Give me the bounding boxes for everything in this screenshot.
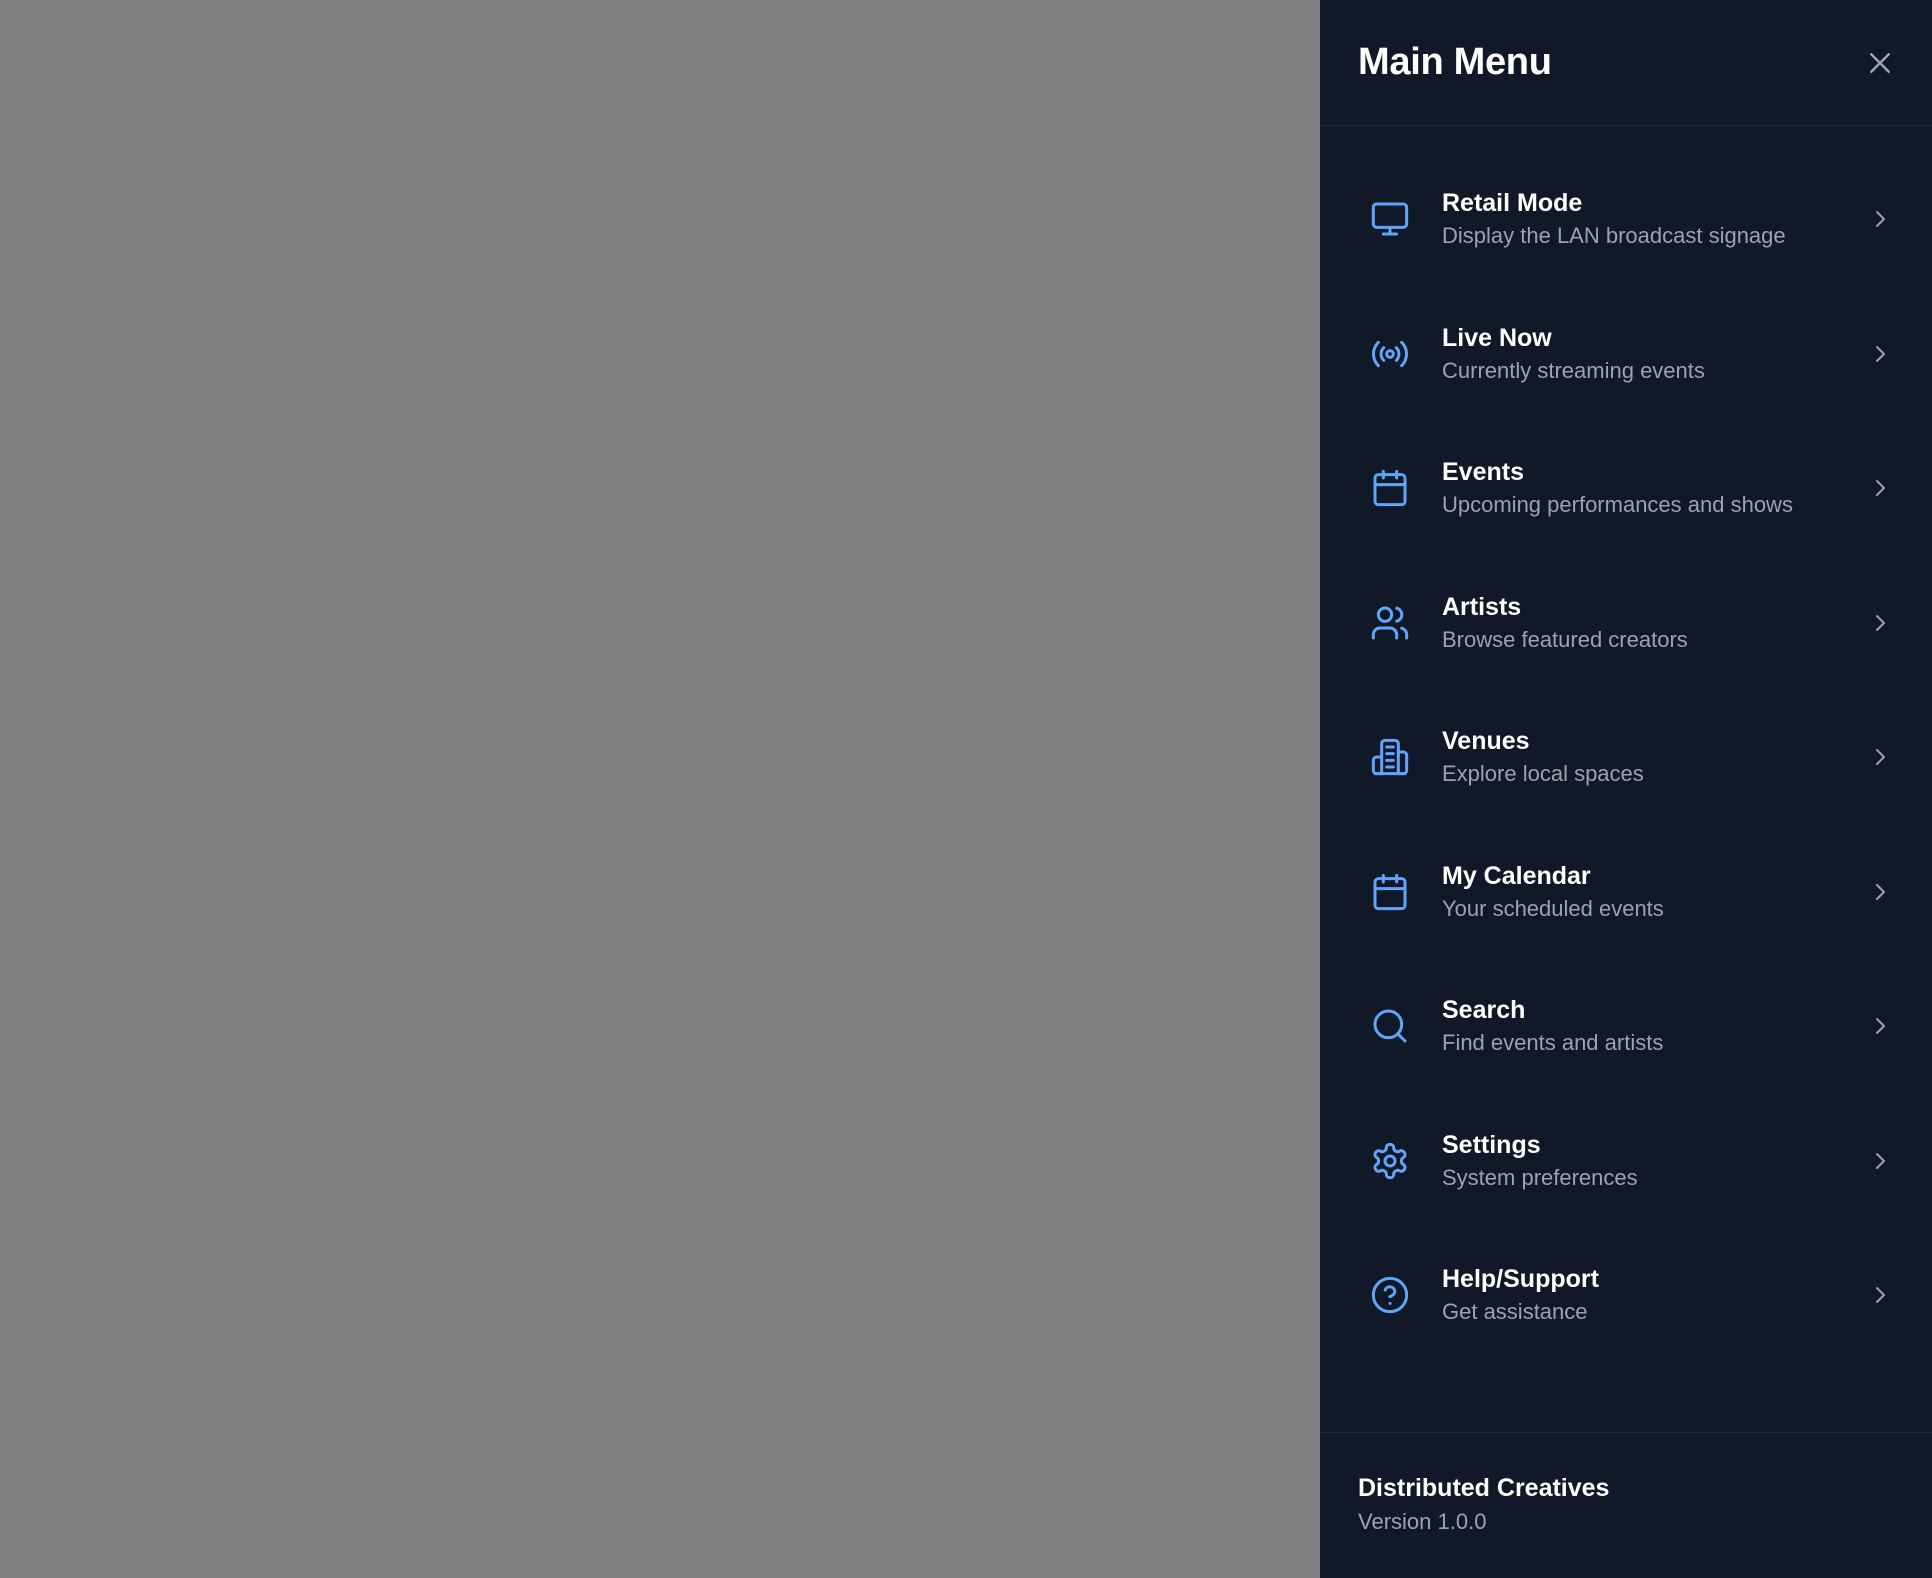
- app-stage: Main Menu Retail Mode Display the LAN br…: [0, 0, 1932, 1578]
- menu-item-events[interactable]: Events Upcoming performances and shows: [1320, 421, 1932, 556]
- close-button[interactable]: [1856, 39, 1904, 87]
- menu-item-label: Artists: [1442, 592, 1522, 621]
- menu-item-my-calendar[interactable]: My Calendar Your scheduled events: [1320, 825, 1932, 960]
- menu-item-description: Get assistance: [1442, 1299, 1588, 1325]
- calendar-icon: [1368, 466, 1412, 510]
- building-icon: [1368, 735, 1412, 779]
- broadcast-icon: [1368, 332, 1412, 376]
- close-icon: [1865, 48, 1895, 78]
- menu-item-search[interactable]: Search Find events and artists: [1320, 959, 1932, 1094]
- menu-item-description: Explore local spaces: [1442, 761, 1644, 787]
- chevron-right-icon: [1868, 342, 1892, 366]
- menu-item-label: Live Now: [1442, 323, 1552, 352]
- menu-item-label: Settings: [1442, 1130, 1541, 1159]
- menu-item-settings[interactable]: Settings System preferences: [1320, 1094, 1932, 1229]
- chevron-right-icon: [1868, 476, 1892, 500]
- menu-item-label: Search: [1442, 996, 1526, 1025]
- backdrop-overlay[interactable]: [0, 0, 1320, 1578]
- monitor-icon: [1368, 197, 1412, 241]
- menu-item-description: Upcoming performances and shows: [1442, 492, 1793, 518]
- gear-icon: [1368, 1139, 1412, 1183]
- users-icon: [1368, 601, 1412, 645]
- menu-item-artists[interactable]: Artists Browse featured creators: [1320, 556, 1932, 691]
- menu-item-label: Events: [1442, 458, 1524, 487]
- chevron-right-icon: [1868, 1283, 1892, 1307]
- calendar-icon: [1368, 870, 1412, 914]
- drawer-footer: Distributed Creatives Version 1.0.0: [1320, 1432, 1932, 1578]
- menu-item-label: Help/Support: [1442, 1265, 1599, 1294]
- menu-item-venues[interactable]: Venues Explore local spaces: [1320, 690, 1932, 825]
- menu-item-label: Venues: [1442, 727, 1530, 756]
- app-version: Version 1.0.0: [1358, 1509, 1487, 1534]
- drawer-header: Main Menu: [1320, 0, 1932, 126]
- menu-item-label: Retail Mode: [1442, 189, 1583, 218]
- menu-item-help-support[interactable]: Help/Support Get assistance: [1320, 1228, 1932, 1363]
- main-menu-drawer: Main Menu Retail Mode Display the LAN br…: [1320, 0, 1932, 1578]
- menu-item-description: Display the LAN broadcast signage: [1442, 223, 1786, 249]
- chevron-right-icon: [1868, 880, 1892, 904]
- chevron-right-icon: [1868, 1014, 1892, 1038]
- menu-item-label: My Calendar: [1442, 861, 1591, 890]
- help-circle-icon: [1368, 1273, 1412, 1317]
- chevron-right-icon: [1868, 207, 1892, 231]
- menu-item-description: Find events and artists: [1442, 1030, 1664, 1056]
- menu-list: Retail Mode Display the LAN broadcast si…: [1320, 126, 1932, 1432]
- menu-item-description: Your scheduled events: [1442, 895, 1664, 921]
- app-name: Distributed Creatives: [1358, 1474, 1610, 1502]
- menu-item-description: System preferences: [1442, 1164, 1638, 1190]
- menu-item-retail-mode[interactable]: Retail Mode Display the LAN broadcast si…: [1320, 152, 1932, 287]
- drawer-title: Main Menu: [1358, 41, 1552, 83]
- menu-item-live-now[interactable]: Live Now Currently streaming events: [1320, 287, 1932, 422]
- chevron-right-icon: [1868, 1149, 1892, 1173]
- menu-item-description: Browse featured creators: [1442, 626, 1688, 652]
- chevron-right-icon: [1868, 611, 1892, 635]
- chevron-right-icon: [1868, 745, 1892, 769]
- search-icon: [1368, 1004, 1412, 1048]
- menu-item-description: Currently streaming events: [1442, 357, 1705, 383]
